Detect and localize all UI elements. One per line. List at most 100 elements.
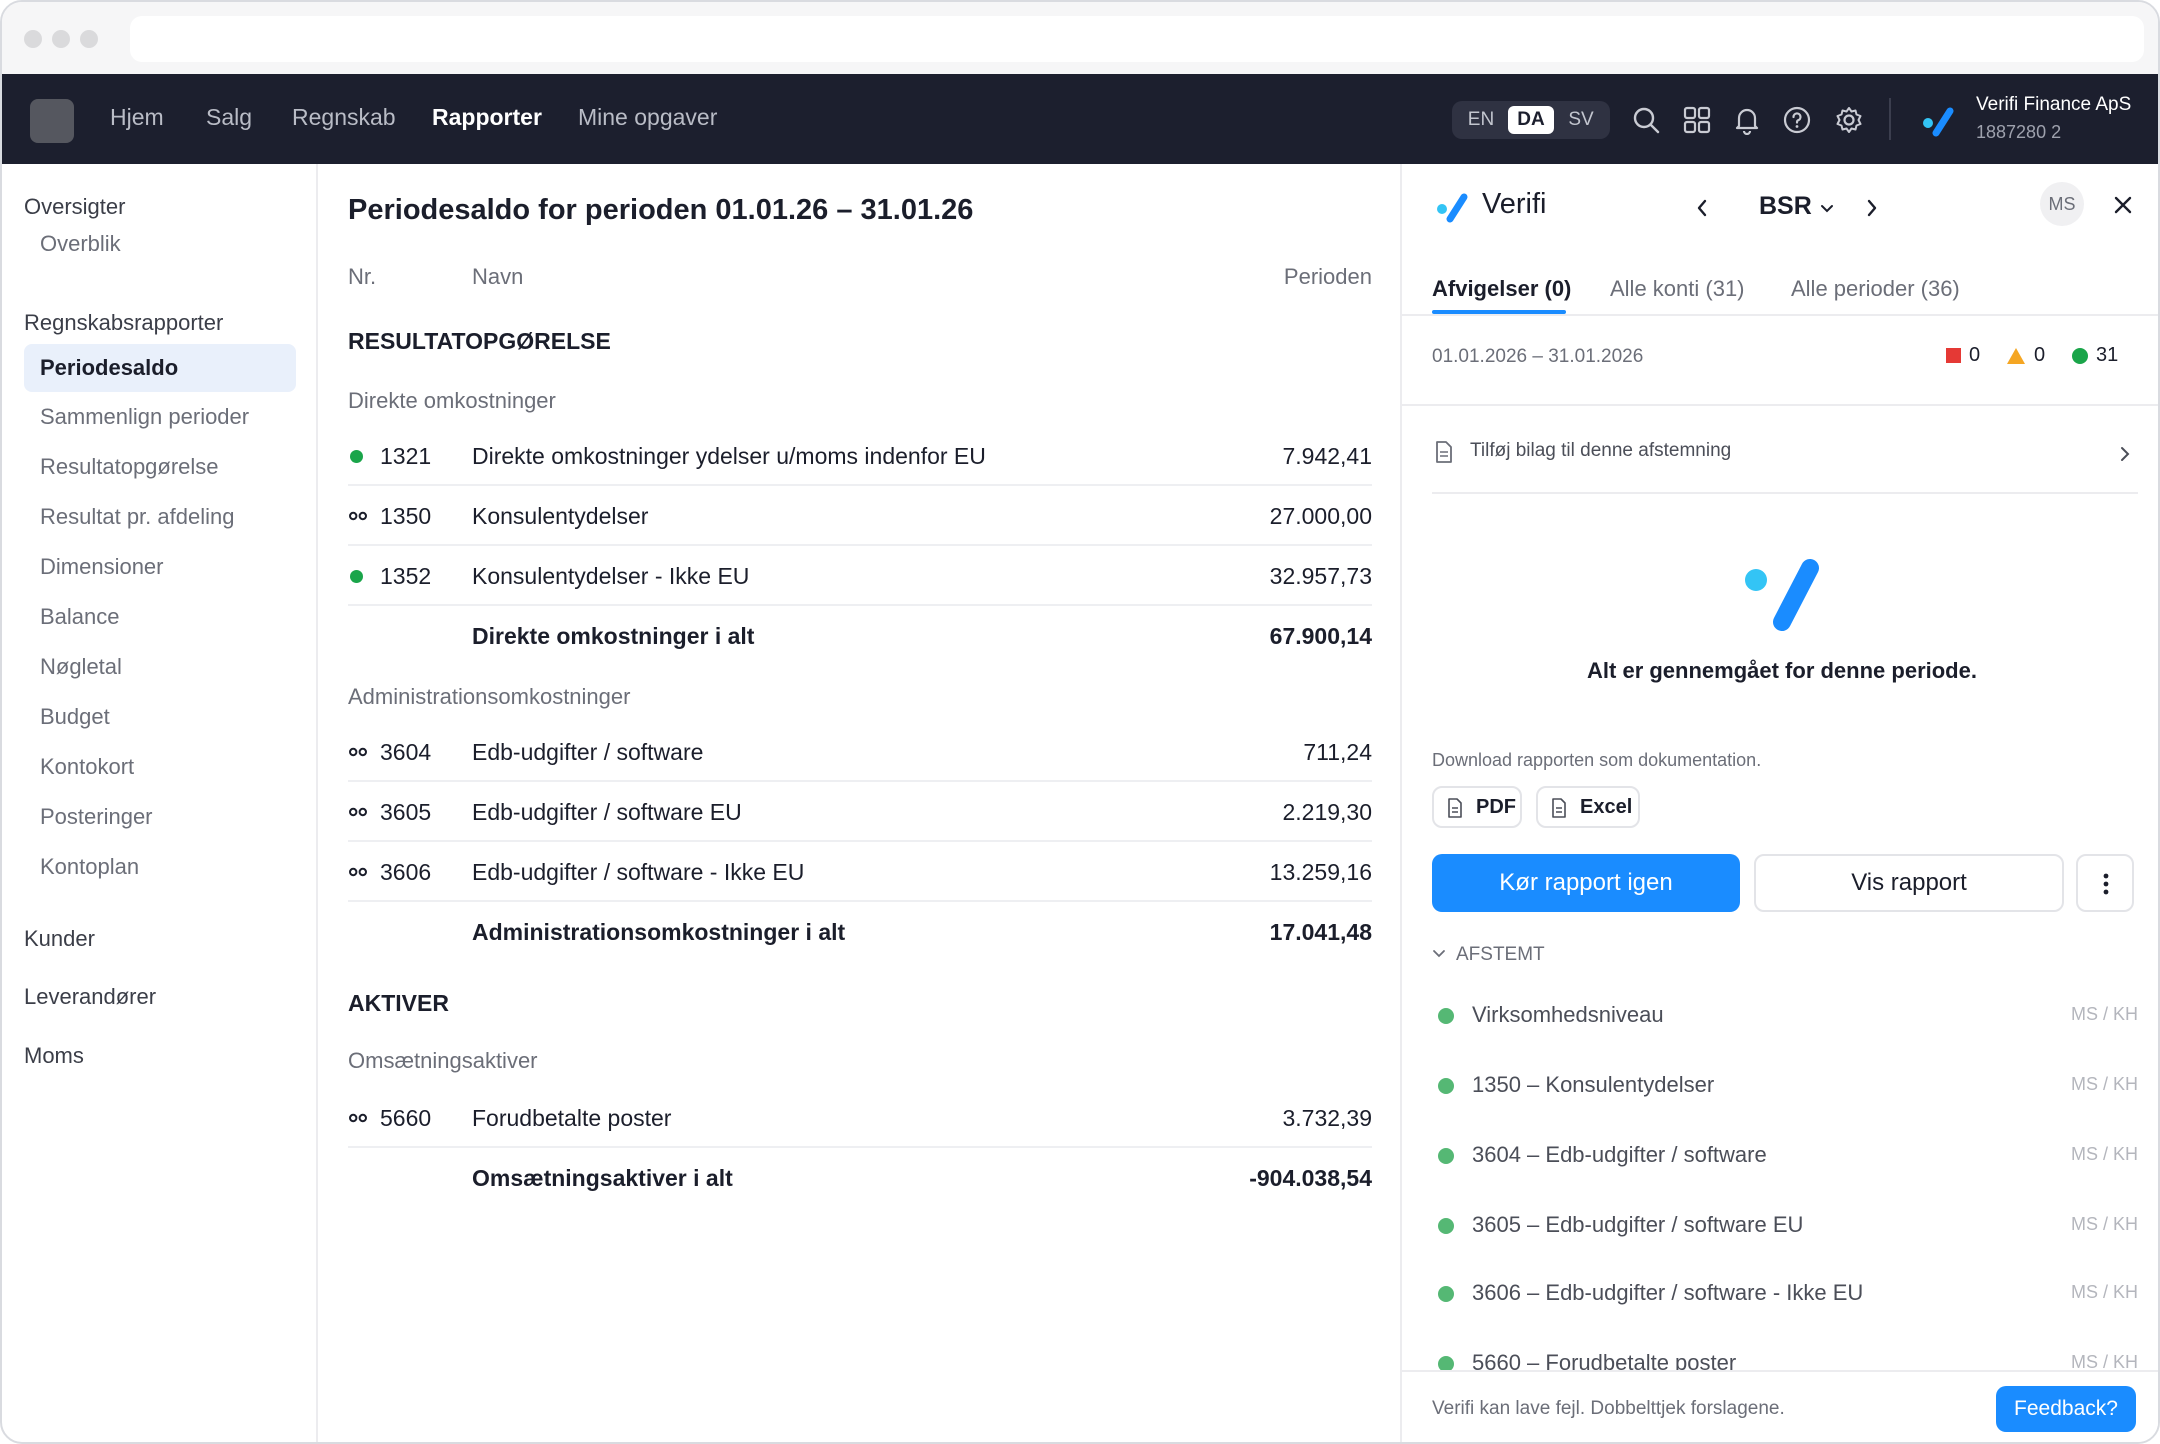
link-icon — [349, 511, 368, 521]
sidebar-item-budget[interactable]: Budget — [24, 693, 296, 741]
document-icon — [1448, 798, 1462, 818]
verifi-logo-large-icon — [1745, 559, 1819, 631]
table-row[interactable]: 3604 Edb-udgifter / software 711,24 — [348, 722, 1372, 782]
attach-document-row[interactable]: Tilføj bilag til denne afstemning — [1432, 424, 2138, 484]
status-dot-green — [1438, 1218, 1454, 1234]
section-resultatopgoerelse: RESULTATOPGØRELSE — [348, 328, 611, 354]
tab-afvigelser[interactable]: Afvigelser (0) — [1432, 276, 1571, 302]
sidebar-item-periodesaldo[interactable]: Periodesaldo — [24, 344, 296, 392]
link-icon — [349, 747, 368, 757]
window-maximize-dot[interactable] — [80, 30, 98, 48]
section-aktiver: AKTIVER — [348, 990, 449, 1016]
divider — [1432, 492, 2138, 494]
table-row[interactable]: 1350 Konsulentydelser 27.000,00 — [348, 486, 1372, 546]
sidebar-item-resultatopgoerelse[interactable]: Resultatopgørelse — [24, 443, 296, 491]
download-pdf-button[interactable]: PDF — [1432, 786, 1522, 828]
lang-en[interactable]: EN — [1458, 106, 1504, 134]
lang-da[interactable]: DA — [1508, 106, 1554, 134]
account-number: 1352 — [380, 563, 432, 589]
table-row[interactable]: 3606 Edb-udgifter / software - Ikke EU 1… — [348, 842, 1372, 902]
window-minimize-dot[interactable] — [52, 30, 70, 48]
address-bar[interactable] — [130, 16, 2144, 62]
table-row-total: Omsætningsaktiver i alt -904.038,54 — [348, 1148, 1372, 1208]
tab-alle-perioder[interactable]: Alle perioder (36) — [1791, 276, 1960, 302]
account-amount: 711,24 — [1303, 739, 1372, 765]
status-dot-green — [1438, 1286, 1454, 1302]
sidebar-item-kontokort[interactable]: Kontokort — [24, 743, 296, 791]
reconciled-label: 3605 – Edb-udgifter / software EU — [1472, 1212, 1804, 1237]
sidebar-head-oversigter: Oversigter — [24, 194, 126, 219]
verifi-logo-icon — [1437, 193, 1468, 223]
avatar[interactable]: MS — [2040, 182, 2084, 226]
sidebar-item-resultat-pr-afdeling[interactable]: Resultat pr. afdeling — [24, 493, 296, 541]
more-options-button[interactable] — [2076, 854, 2134, 912]
sidebar-leverandorer[interactable]: Leverandører — [24, 984, 156, 1010]
account-amount: 32.957,73 — [1269, 563, 1372, 589]
help-icon[interactable] — [1782, 105, 1812, 135]
nav-rapporter[interactable]: Rapporter — [432, 104, 542, 131]
account-name: Forudbetalte poster — [472, 1105, 672, 1131]
table-row[interactable]: 1321 Direkte omkostninger ydelser u/moms… — [348, 426, 1372, 486]
sidebar-item-overblik[interactable]: Overblik — [24, 220, 296, 268]
chevron-left-icon[interactable] — [1692, 196, 1712, 220]
list-item[interactable]: 3604 – Edb-udgifter / software MS / KH — [1432, 1136, 2138, 1176]
search-icon[interactable] — [1631, 105, 1661, 135]
sidebar-item-noegletal[interactable]: Nøgletal — [24, 643, 296, 691]
reviewer-initials: MS / KH — [2070, 1074, 2138, 1094]
status-count-red: 0 — [1946, 344, 1980, 367]
link-icon — [349, 807, 368, 817]
account-name: Konsulentydelser - Ikke EU — [472, 563, 750, 589]
browser-chrome — [2, 2, 2158, 74]
account-number: 5660 — [380, 1105, 432, 1131]
company-switcher[interactable]: Verifi Finance ApS 1887280 2 — [1976, 94, 2131, 143]
panel-footer: Verifi kan lave fejl. Dobbelttjek forsla… — [1402, 1370, 2158, 1442]
list-item[interactable]: 3606 – Edb-udgifter / software - Ikke EU… — [1432, 1274, 2138, 1314]
column-header-perioden: Perioden — [1283, 264, 1372, 289]
group-direkte-omkostninger: Direkte omkostninger — [348, 388, 556, 413]
column-header-navn: Navn — [472, 264, 524, 289]
list-item[interactable]: 1350 – Konsulentydelser MS / KH — [1432, 1066, 2138, 1106]
list-item[interactable]: Virksomhedsniveau MS / KH — [1432, 996, 2138, 1036]
document-icon — [1552, 798, 1566, 818]
sidebar-item-dimensioner[interactable]: Dimensioner — [24, 543, 296, 591]
table-row[interactable]: 5660 Forudbetalte poster 3.732,39 — [348, 1088, 1372, 1148]
sidebar-kunder[interactable]: Kunder — [24, 926, 95, 952]
feedback-button[interactable]: Feedback? — [1996, 1386, 2136, 1432]
run-report-again-button[interactable]: Kør rapport igen — [1432, 854, 1740, 912]
show-report-button[interactable]: Vis rapport — [1754, 854, 2064, 912]
app-window: Hjem Salg Regnskab Rapporter Mine opgave… — [0, 0, 2160, 1444]
gear-icon[interactable] — [1834, 105, 1864, 135]
window-close-dot[interactable] — [24, 30, 42, 48]
table-row[interactable]: 3605 Edb-udgifter / software EU 2.219,30 — [348, 782, 1372, 842]
total-amount: 67.900,14 — [1269, 623, 1372, 649]
tab-alle-konti[interactable]: Alle konti (31) — [1610, 276, 1745, 302]
app-logo[interactable] — [30, 99, 74, 143]
red-count: 0 — [1969, 344, 1981, 366]
afstemt-section-toggle[interactable]: AFSTEMT — [1432, 944, 1545, 966]
report-code-select[interactable]: BSR — [1759, 192, 1812, 221]
list-item[interactable]: 3605 – Edb-udgifter / software EU MS / K… — [1432, 1206, 2138, 1246]
bell-icon[interactable] — [1732, 105, 1762, 135]
status-dot-green — [1438, 1078, 1454, 1094]
document-icon — [1436, 441, 1452, 463]
lang-sv[interactable]: SV — [1558, 106, 1604, 134]
account-amount: 7.942,41 — [1282, 443, 1372, 469]
close-icon[interactable] — [2112, 194, 2134, 216]
nav-regnskab[interactable]: Regnskab — [292, 104, 396, 131]
chevron-right-icon[interactable] — [1862, 196, 1882, 220]
download-excel-button[interactable]: Excel — [1536, 786, 1640, 828]
status-count-green: 31 — [2072, 344, 2118, 367]
sidebar-item-posteringer[interactable]: Posteringer — [24, 793, 296, 841]
sidebar-head-regnskabsrapporter: Regnskabsrapporter — [24, 310, 224, 335]
chevron-down-icon[interactable] — [1819, 202, 1835, 216]
report-title: Periodesaldo for perioden 01.01.26 – 31.… — [348, 194, 974, 226]
sidebar-item-balance[interactable]: Balance — [24, 593, 296, 641]
nav-salg[interactable]: Salg — [206, 104, 252, 131]
sidebar-moms[interactable]: Moms — [24, 1043, 84, 1069]
nav-hjem[interactable]: Hjem — [110, 104, 164, 131]
sidebar-item-kontoplan[interactable]: Kontoplan — [24, 843, 296, 891]
apps-grid-icon[interactable] — [1682, 105, 1712, 135]
nav-mine-opgaver[interactable]: Mine opgaver — [578, 104, 717, 131]
sidebar-item-sammenlign-perioder[interactable]: Sammenlign perioder — [24, 393, 296, 441]
table-row[interactable]: 1352 Konsulentydelser - Ikke EU 32.957,7… — [348, 546, 1372, 606]
